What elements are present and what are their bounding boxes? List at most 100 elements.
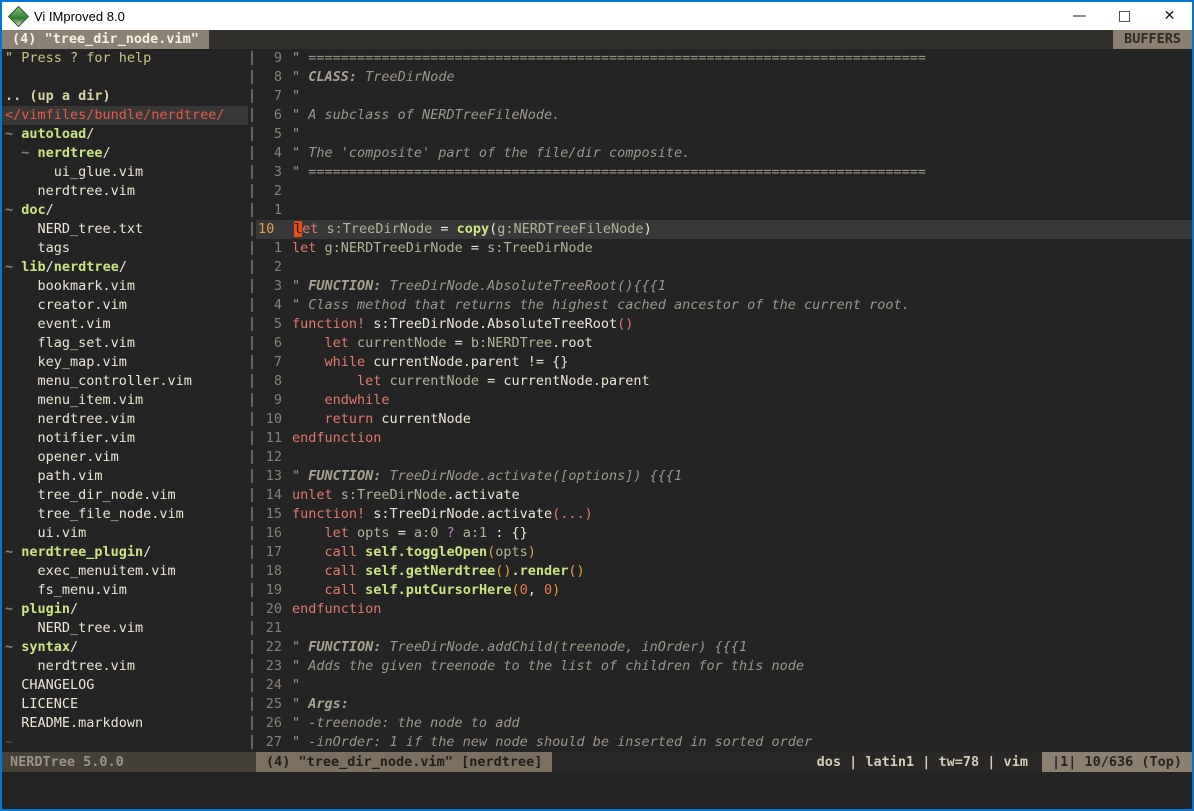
- tree-item[interactable]: exec_menuitem.vim: [2, 562, 248, 581]
- code-line[interactable]: 17 call self.toggleOpen(opts): [256, 543, 1192, 562]
- statusline-format: dos | latin1 | tw=78 | vim: [552, 752, 1042, 772]
- tree-item[interactable]: ~ nerdtree/: [2, 144, 248, 163]
- maximize-button[interactable]: □: [1102, 2, 1147, 30]
- code-line[interactable]: 21: [256, 619, 1192, 638]
- tree-item[interactable]: opener.vim: [2, 448, 248, 467]
- code-line[interactable]: 19 call self.putCursorHere(0, 0): [256, 581, 1192, 600]
- tree-item[interactable]: nerdtree.vim: [2, 657, 248, 676]
- code-line[interactable]: 7 while currentNode.parent != {}: [256, 353, 1192, 372]
- line-number: 10: [256, 410, 292, 429]
- tree-item[interactable]: menu_controller.vim: [2, 372, 248, 391]
- tabline: (4) "tree_dir_node.vim" BUFFERS: [2, 30, 1192, 49]
- tree-item[interactable]: ~ lib/nerdtree/: [2, 258, 248, 277]
- code-line[interactable]: 20endfunction: [256, 600, 1192, 619]
- line-number: 21: [256, 619, 292, 638]
- code-line[interactable]: 3" FUNCTION: TreeDirNode.AbsoluteTreeRoo…: [256, 277, 1192, 296]
- editor-pane: 9" =====================================…: [256, 49, 1192, 752]
- code-line[interactable]: 2: [256, 258, 1192, 277]
- vim-window: Vi IMproved 8.0 — □ ✕ (4) "tree_dir_node…: [0, 0, 1194, 811]
- code-line[interactable]: 4" Class method that returns the highest…: [256, 296, 1192, 315]
- line-number: 9: [256, 391, 292, 410]
- tab-buffers[interactable]: BUFFERS: [1113, 30, 1192, 49]
- tree-item[interactable]: README.markdown: [2, 714, 248, 733]
- tree-item[interactable]: ui.vim: [2, 524, 248, 543]
- code-line[interactable]: 7": [256, 87, 1192, 106]
- tree-item[interactable]: creator.vim: [2, 296, 248, 315]
- code-line[interactable]: 26" -treenode: the node to add: [256, 714, 1192, 733]
- line-number: 18: [256, 562, 292, 581]
- tree-item[interactable]: bookmark.vim: [2, 277, 248, 296]
- code-line[interactable]: 5": [256, 125, 1192, 144]
- title-bar: Vi IMproved 8.0 — □ ✕: [2, 2, 1192, 30]
- line-number: 20: [256, 600, 292, 619]
- tree-item[interactable]: .. (up a dir): [2, 87, 248, 106]
- code-line[interactable]: 4" The 'composite' part of the file/dir …: [256, 144, 1192, 163]
- vertical-split-separator[interactable]: [248, 49, 256, 752]
- tree-item[interactable]: menu_item.vim: [2, 391, 248, 410]
- line-number: 3: [256, 277, 292, 296]
- statusline-position: |1| 10/636 (Top): [1042, 752, 1192, 772]
- code-line[interactable]: 1: [256, 201, 1192, 220]
- command-line[interactable]: [2, 772, 1192, 809]
- code-line[interactable]: 6" A subclass of NERDTreeFileNode.: [256, 106, 1192, 125]
- tree-item[interactable]: tree_dir_node.vim: [2, 486, 248, 505]
- tree-item[interactable]: nerdtree.vim: [2, 182, 248, 201]
- code-line[interactable]: 27" -inOrder: 1 if the new node should b…: [256, 733, 1192, 752]
- tree-item[interactable]: [2, 68, 248, 87]
- tree-item[interactable]: nerdtree.vim: [2, 410, 248, 429]
- main-area: " Press ? for help .. (up a dir)</vimfile…: [2, 49, 1192, 752]
- tree-item[interactable]: NERD_tree.txt: [2, 220, 248, 239]
- code-line[interactable]: 13" FUNCTION: TreeDirNode.activate([opti…: [256, 467, 1192, 486]
- code-line[interactable]: 10let s:TreeDirNode = copy(g:NERDTreeFil…: [256, 220, 1192, 239]
- close-button[interactable]: ✕: [1147, 2, 1192, 30]
- tree-item[interactable]: flag_set.vim: [2, 334, 248, 353]
- code-line[interactable]: 15function! s:TreeDirNode.activate(...): [256, 505, 1192, 524]
- tree-item[interactable]: " Press ? for help: [2, 49, 248, 68]
- code-line[interactable]: 1let g:NERDTreeDirNode = s:TreeDirNode: [256, 239, 1192, 258]
- tree-item[interactable]: tags: [2, 239, 248, 258]
- tree-item[interactable]: tree_file_node.vim: [2, 505, 248, 524]
- code-line[interactable]: 9 endwhile: [256, 391, 1192, 410]
- code-line[interactable]: 9" =====================================…: [256, 49, 1192, 68]
- minimize-button[interactable]: —: [1057, 2, 1102, 30]
- tree-item[interactable]: ~ syntax/: [2, 638, 248, 657]
- code-line[interactable]: 2: [256, 182, 1192, 201]
- code-line[interactable]: 6 let currentNode = b:NERDTree.root: [256, 334, 1192, 353]
- tree-item[interactable]: fs_menu.vim: [2, 581, 248, 600]
- tree-item[interactable]: NERD_tree.vim: [2, 619, 248, 638]
- tree-item[interactable]: event.vim: [2, 315, 248, 334]
- tree-item[interactable]: path.vim: [2, 467, 248, 486]
- code-line[interactable]: 22" FUNCTION: TreeDirNode.addChild(treen…: [256, 638, 1192, 657]
- code-line[interactable]: 11endfunction: [256, 429, 1192, 448]
- tree-item[interactable]: ~ plugin/: [2, 600, 248, 619]
- tree-item[interactable]: ~ doc/: [2, 201, 248, 220]
- code-line[interactable]: 5function! s:TreeDirNode.AbsoluteTreeRoo…: [256, 315, 1192, 334]
- tree-item[interactable]: LICENCE: [2, 695, 248, 714]
- code-line[interactable]: 25" Args:: [256, 695, 1192, 714]
- code-line[interactable]: 12: [256, 448, 1192, 467]
- window-title: Vi IMproved 8.0: [34, 9, 125, 24]
- tree-root-item[interactable]: </vimfiles/bundle/nerdtree/: [2, 106, 248, 125]
- tree-item[interactable]: CHANGELOG: [2, 676, 248, 695]
- tree-item[interactable]: notifier.vim: [2, 429, 248, 448]
- code-line[interactable]: 14unlet s:TreeDirNode.activate: [256, 486, 1192, 505]
- code-line[interactable]: 24": [256, 676, 1192, 695]
- code-line[interactable]: 23" Adds the given treenode to the list …: [256, 657, 1192, 676]
- line-number: 8: [256, 372, 292, 391]
- code-line[interactable]: 8" CLASS: TreeDirNode: [256, 68, 1192, 87]
- line-number: 5: [256, 125, 292, 144]
- statusline-file: (4) "tree_dir_node.vim" [nerdtree]: [256, 752, 552, 772]
- code-line[interactable]: 16 let opts = a:0 ? a:1 : {}: [256, 524, 1192, 543]
- tree-item[interactable]: ~ nerdtree_plugin/: [2, 543, 248, 562]
- tab-active[interactable]: (4) "tree_dir_node.vim": [2, 30, 209, 49]
- line-number: 2: [256, 182, 292, 201]
- tree-item[interactable]: key_map.vim: [2, 353, 248, 372]
- code-line[interactable]: 18 call self.getNerdtree().render(): [256, 562, 1192, 581]
- code-line[interactable]: 10 return currentNode: [256, 410, 1192, 429]
- code-line[interactable]: 8 let currentNode = currentNode.parent: [256, 372, 1192, 391]
- tree-item[interactable]: ui_glue.vim: [2, 163, 248, 182]
- code-line[interactable]: 3" =====================================…: [256, 163, 1192, 182]
- tree-item[interactable]: ~: [2, 733, 248, 752]
- line-number: 27: [256, 733, 292, 752]
- tree-item[interactable]: ~ autoload/: [2, 125, 248, 144]
